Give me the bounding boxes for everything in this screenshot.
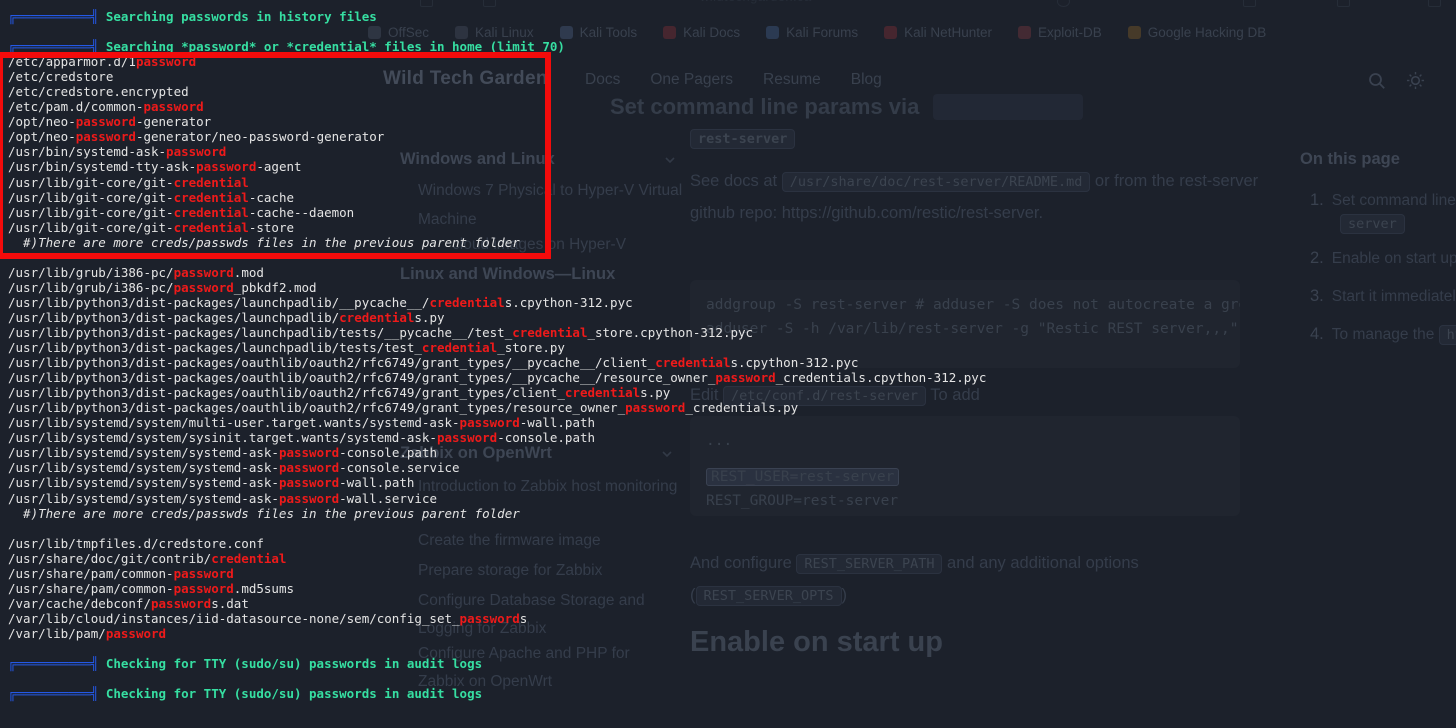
- terminal-file-line: /usr/lib/systemd/system/systemd-ask-pass…: [8, 460, 1456, 475]
- extensions-puzzle-icon[interactable]: [1243, 0, 1256, 7]
- highlighted-keyword: password: [279, 475, 339, 490]
- terminal-file-line: /usr/lib/systemd/system/systemd-ask-pass…: [8, 445, 1456, 460]
- linpeas-section-bracket-icon: ╔══════════╣: [8, 9, 106, 24]
- account-icon[interactable]: [1057, 0, 1070, 7]
- highlighted-keyword: password: [279, 460, 339, 475]
- linpeas-section-bracket-icon: ╔══════════╣: [8, 686, 106, 701]
- terminal-file-line: /usr/share/pam/common-password: [8, 566, 1456, 581]
- terminal-blank-line: [8, 24, 1456, 39]
- highlighted-keyword: credential: [429, 295, 504, 310]
- menu-icon[interactable]: [1428, 0, 1441, 7]
- highlighted-keyword: credential: [512, 325, 587, 340]
- terminal-header-text: Checking for TTY (sudo/su) passwords in …: [106, 656, 482, 671]
- terminal-file-line: /usr/lib/python3/dist-packages/oauthlib/…: [8, 370, 1456, 385]
- terminal-file-line: /usr/lib/systemd/system/sysinit.target.w…: [8, 430, 1456, 445]
- highlighted-keyword: password: [174, 581, 234, 596]
- terminal-blank-line: [8, 671, 1456, 686]
- highlighted-keyword: password: [174, 566, 234, 581]
- highlighted-keyword: password: [625, 400, 685, 415]
- terminal-blank-line: [8, 521, 1456, 536]
- terminal-file-line: /usr/lib/python3/dist-packages/oauthlib/…: [8, 355, 1456, 370]
- terminal-file-line: /usr/lib/systemd/system/systemd-ask-pass…: [8, 491, 1456, 506]
- terminal-file-line: /usr/lib/systemd/system/systemd-ask-pass…: [8, 475, 1456, 490]
- linpeas-section-bracket-icon: ╔══════════╣: [8, 656, 106, 671]
- terminal-file-line: /var/lib/cloud/instances/iid-datasource-…: [8, 611, 1456, 626]
- sidebar-toggle-icon[interactable]: [1337, 0, 1350, 7]
- highlighted-keyword: password: [279, 491, 339, 506]
- terminal-file-line: /usr/lib/python3/dist-packages/launchpad…: [8, 310, 1456, 325]
- terminal-file-line: /usr/lib/python3/dist-packages/oauthlib/…: [8, 400, 1456, 415]
- terminal-header-text: Checking for TTY (sudo/su) passwords in …: [106, 686, 482, 701]
- extension-icon[interactable]: [420, 0, 433, 7]
- terminal-file-line: /usr/lib/grub/i386-pc/password.mod: [8, 265, 1456, 280]
- highlighted-keyword: credential: [422, 340, 497, 355]
- terminal-file-line: /usr/lib/python3/dist-packages/launchpad…: [8, 325, 1456, 340]
- highlighted-keyword: password: [460, 611, 520, 626]
- terminal-file-line: /usr/share/pam/common-password.md5sums: [8, 581, 1456, 596]
- highlighted-keyword: password: [106, 626, 166, 641]
- shield-icon[interactable]: [483, 0, 496, 7]
- terminal-header-line: ╔══════════╣ Searching passwords in hist…: [8, 9, 1456, 24]
- highlighted-keyword: credential: [211, 551, 286, 566]
- terminal-file-line: /usr/lib/python3/dist-packages/oauthlib/…: [8, 385, 1456, 400]
- highlighted-keyword: password: [174, 265, 234, 280]
- highlighted-keyword: credential: [565, 385, 640, 400]
- highlighted-keyword: password: [174, 280, 234, 295]
- terminal-blank-line: [8, 641, 1456, 656]
- terminal-file-line: /usr/share/doc/git/contrib/credential: [8, 551, 1456, 566]
- terminal-header-line: ╔══════════╣ Checking for TTY (sudo/su) …: [8, 686, 1456, 701]
- screen: wildtechgarden.ca OffSecKali LinuxKali T…: [0, 0, 1456, 728]
- terminal-header-text: Searching passwords in history files: [106, 9, 377, 24]
- url-fragment: wildtechgarden.ca: [700, 0, 812, 4]
- highlighted-keyword: password: [151, 596, 211, 611]
- terminal-file-line: /var/cache/debconf/passwords.dat: [8, 596, 1456, 611]
- terminal-file-line: /usr/lib/grub/i386-pc/password_pbkdf2.mo…: [8, 280, 1456, 295]
- terminal-file-line: /var/lib/pam/password: [8, 626, 1456, 641]
- highlighted-keyword: password: [460, 415, 520, 430]
- highlighted-keyword: credential: [339, 310, 414, 325]
- terminal-file-line: /usr/lib/tmpfiles.d/credstore.conf: [8, 536, 1456, 551]
- highlighted-keyword: password: [715, 370, 775, 385]
- terminal-file-line: /usr/lib/python3/dist-packages/launchpad…: [8, 295, 1456, 310]
- highlight-box: [0, 52, 551, 259]
- terminal-file-line: /usr/lib/python3/dist-packages/launchpad…: [8, 340, 1456, 355]
- terminal-note-line: #)There are more creds/passwds files in …: [8, 506, 1456, 521]
- highlighted-keyword: credential: [655, 355, 730, 370]
- terminal-file-line: /usr/lib/systemd/system/multi-user.targe…: [8, 415, 1456, 430]
- highlighted-keyword: password: [279, 445, 339, 460]
- terminal-header-line: ╔══════════╣ Checking for TTY (sudo/su) …: [8, 656, 1456, 671]
- highlighted-keyword: password: [437, 430, 497, 445]
